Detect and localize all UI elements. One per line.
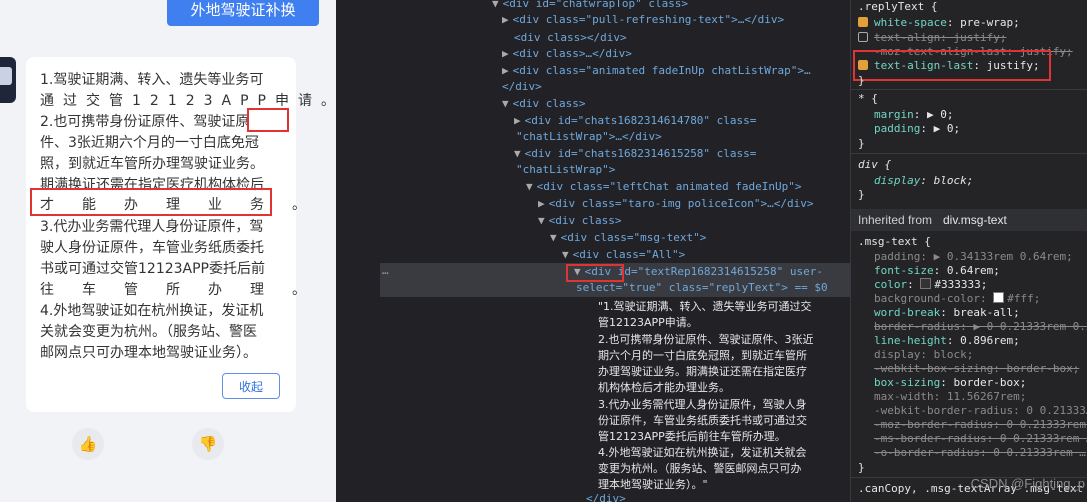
css-prop-row[interactable]: display: block; [874,348,973,362]
text-node-line: "1.驾驶证期满、转入、遗失等业务可通过交 [598,300,812,313]
dom-node[interactable]: <div class></div> [514,30,627,46]
css-prop-row[interactable]: white-space: pre-wrap; [858,16,1020,30]
elements-panel: … ▼ <div id="chatwrapTop" class> ▶ <div cl… [336,0,850,502]
checkbox-checked-icon[interactable] [858,17,868,27]
dom-node[interactable]: ▶ <div class="pull-refreshing-text">…</di… [502,12,784,28]
css-prop-row[interactable]: margin: ▶ 0; [874,108,954,122]
css-prop-row[interactable]: font-size: 0.64rem; [874,264,1000,278]
reply-line: 1.驾驶证期满、转入、遗失等业务可 [40,72,264,88]
text-node-line: 3.代办业务需代理人身份证原件，驾驶人身 [598,398,807,411]
css-prop-row[interactable]: max-width: 11.56267rem; [874,390,1026,404]
css-prop-row[interactable]: -ms-border-radius: 0 0.21333rem … [874,432,1087,446]
mobile-chat-pane: 外地驾驶证补换 1.驾驶证期满、转入、遗失等业务可 通过交管12123APP申请… [0,0,336,502]
css-prop-row[interactable]: padding: ▶ 0.34133rem 0.64rem; [874,250,1073,264]
css-selector[interactable]: * { [858,92,878,106]
css-prop-row[interactable]: box-sizing: border-box; [874,376,1026,390]
css-brace: } [858,74,865,87]
selected-dom-node-cont[interactable]: select="true" class="replyText"> == $0 [576,280,828,296]
ellipsis-icon[interactable]: … [382,264,389,277]
css-prop-row[interactable]: padding: ▶ 0; [874,122,960,136]
reply-line: 2.也可携带身份证原件、驾驶证原 [40,114,250,130]
reply-line: 通过交管12123APP申请。 [40,93,336,109]
inherited-label: Inherited from [858,213,933,227]
dom-node[interactable]: ▶ <div class="animated fadeInUp chatListW… [502,63,811,79]
dom-node[interactable]: ▼ <div id="chats1682314615258" class= [514,146,756,162]
highlight-box [247,108,289,132]
text-node-line: 办理驾驶证业务。期满换证还需在指定医疗 [598,365,807,378]
reply-line: 关就会变更为杭州。（服务站、警医 [40,324,257,340]
police-avatar [0,57,16,103]
css-prop-row[interactable]: -webkit-border-radius: 0 0.21333… [874,404,1087,418]
css-selector[interactable]: div { [858,158,891,172]
highlight-box [566,264,624,282]
dom-node[interactable]: "chatListWrap"> [516,162,615,178]
divider [851,89,1087,90]
reply-line: 3.代办业务需代理人身份证原件，驾 [40,219,264,235]
highlight-box [853,50,1051,81]
dom-node[interactable]: "chatListWrap">…</div> [516,129,662,145]
checkbox-unchecked-icon[interactable] [858,32,868,42]
css-prop-row[interactable]: word-break: break-all; [874,306,1020,320]
dom-node[interactable]: ▶ <div id="chats1682314614780" class= [514,113,756,129]
reply-line: 件、3张近期六个月的一寸白底免冠 [40,135,259,151]
thumbs-up-icon[interactable]: 👍 [72,428,104,460]
watermark: CSDN @Fighting_p [970,476,1085,491]
styles-panel: .replyText { white-space: pre-wrap; text… [850,0,1087,502]
text-node-line: 2.也可携带身份证原件、驾驶证原件、3张近 [598,333,814,346]
css-brace: } [858,188,865,201]
dom-node[interactable]: ▼ <div class="msg-text"> [550,230,706,246]
thumbs-down-icon[interactable]: 👎 [192,428,224,460]
dom-node[interactable]: ▼ <div class> [502,96,585,112]
police-badge-icon [0,67,12,85]
dom-node[interactable]: </div> [502,79,542,95]
text-node-line: 机构体检后才能办理业务。 [598,381,730,394]
css-brace: } [858,137,865,150]
text-node-line: 份证原件，车管业务纸质委托书或可通过交 [598,414,807,427]
reply-line: 驶人身份证原件，车管业务纸质委托 [40,240,264,256]
css-prop-row[interactable]: background-color: #fff; [874,292,1040,306]
dom-node[interactable]: ▼ <div class="leftChat animated fadeInUp"… [526,179,802,195]
inherited-target-link[interactable]: div.msg-text [943,213,1007,227]
dom-node[interactable]: ▼ <div class="All"> [562,247,685,263]
css-prop-row[interactable]: -moz-border-radius: 0 0.21333rem … [874,418,1087,432]
css-prop-row[interactable]: -webkit-box-sizing: border-box; [874,362,1079,376]
css-selector[interactable]: .replyText { [858,0,937,14]
quick-reply-button[interactable]: 外地驾驶证补换 [167,0,319,26]
css-prop-row[interactable]: line-height: 0.896rem; [874,334,1020,348]
reply-line: 往车管所办理。 [40,282,334,298]
dom-node[interactable]: ▶ <div class="taro-img policeIcon">…</div… [538,196,814,212]
dom-node[interactable]: ▼ <div id="chatwrapTop" class> [492,0,688,12]
reply-line: 书或可通过交管12123APP委托后前 [40,261,265,277]
inherited-header: Inherited from div.msg-text [851,209,1087,231]
collapse-button[interactable]: 收起 [222,373,280,399]
css-prop-row[interactable]: text-align: justify; [858,31,1006,45]
divider [851,153,1087,154]
text-node-line: 期六个月的一寸白底免冠照，到就近车管所 [598,349,807,362]
css-prop-row[interactable]: border-radius: ▶ 0 0.21333rem 0.2… [874,320,1087,334]
highlight-box [30,188,272,216]
text-node-line: 管12123APP委托后前往车管所办理。 [598,430,786,443]
css-brace: } [858,461,865,474]
dom-node[interactable]: </div> [586,491,626,502]
reply-line: 邮网点只可办理本地驾驶证业务）。 [40,345,257,361]
dom-node[interactable]: ▼ <div class> [538,213,621,229]
text-node-line: 4.外地驾驶证如在杭州换证，发证机关就会 [598,446,807,459]
reply-line: 照，到就近车管所办理驾驶证业务。 [40,156,264,172]
text-node-line: 管12123APP申请。 [598,316,698,329]
dom-node[interactable]: ▶ <div class>…</div> [502,46,632,62]
css-selector[interactable]: .msg-text { [858,235,931,249]
css-prop-row[interactable]: -o-border-radius: 0 0.21333rem … [874,446,1086,460]
reply-line: 4.外地驾驶证如在杭州换证，发证机 [40,303,264,319]
text-node-line: 变更为杭州。（服务站、警医邮网点只可办 [598,462,802,475]
css-prop-row[interactable]: display: block; [874,174,973,188]
text-node-line: 理本地驾驶证业务）。" [598,478,708,491]
color-swatch-icon[interactable] [920,278,932,289]
color-swatch-icon[interactable] [993,292,1005,303]
css-prop-row[interactable]: color: #333333; [874,278,987,292]
